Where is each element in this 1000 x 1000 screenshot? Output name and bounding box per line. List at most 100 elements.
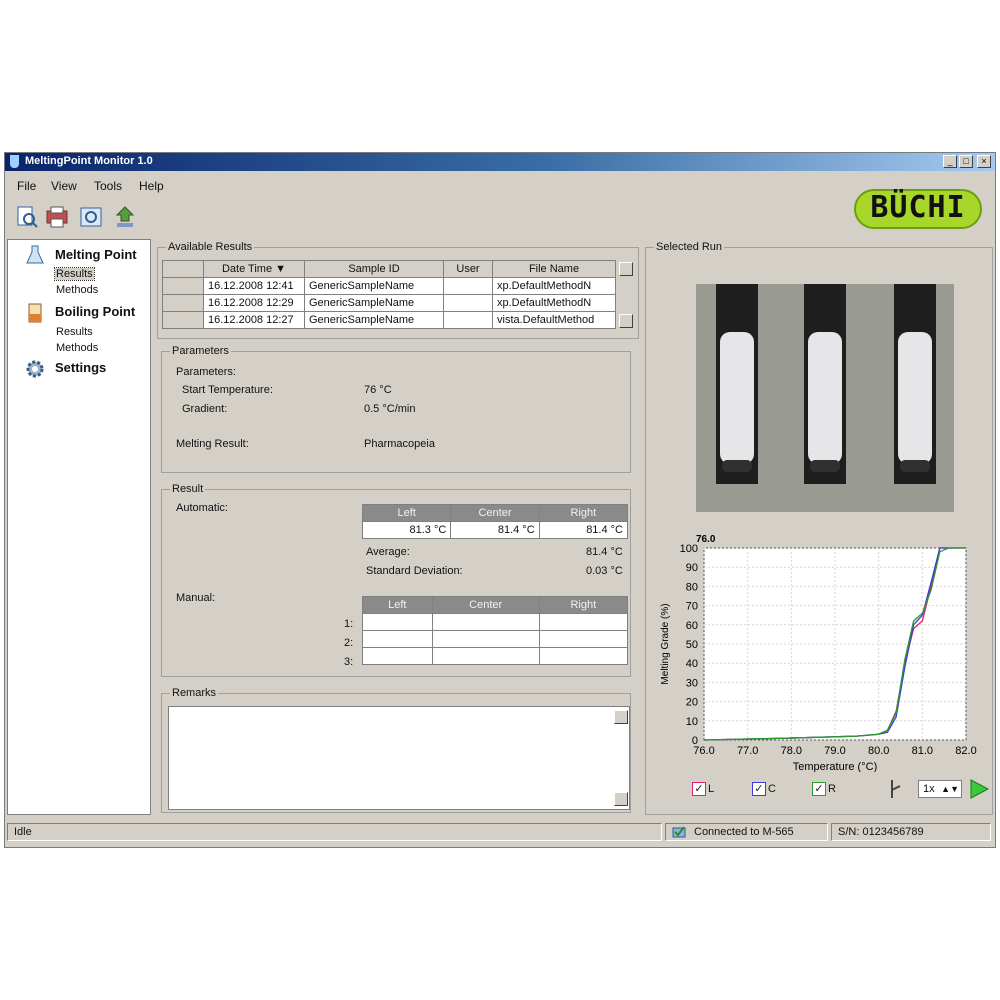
manual-cell[interactable] <box>431 630 540 648</box>
chart-title: 76.0 <box>696 534 716 545</box>
capillary-image <box>696 284 954 512</box>
menu-view[interactable]: View <box>51 179 77 193</box>
scroll-down-button[interactable] <box>619 314 633 328</box>
checkbox-C-label: C <box>768 783 776 795</box>
status-bar: Idle Connected to M-565 S/N: 0123456789 <box>5 821 995 845</box>
manual-cell[interactable] <box>538 613 629 631</box>
menu-file[interactable]: File <box>17 179 36 193</box>
manual-cell[interactable] <box>362 630 433 648</box>
x-axis-label: Temperature (°C) <box>793 761 877 772</box>
column-user[interactable]: User <box>443 260 493 278</box>
report-icon[interactable] <box>15 205 39 229</box>
y-tick-label: 10 <box>686 716 698 728</box>
auto-left-value: 81.3 °C <box>361 521 452 539</box>
remarks-group: Remarks <box>161 687 631 813</box>
navigation-panel: Melting Point Results Methods Boiling Po… <box>7 239 151 815</box>
col-right: Right <box>538 504 629 522</box>
manual-cell[interactable] <box>362 613 433 631</box>
nav-boiling-point[interactable]: Boiling Point <box>55 304 135 319</box>
remarks-scroll-down[interactable] <box>614 792 628 806</box>
export-icon[interactable] <box>113 205 137 229</box>
gear-icon <box>26 360 44 378</box>
y-tick-label: 20 <box>686 697 698 709</box>
nav-boiling-methods[interactable]: Methods <box>56 342 98 354</box>
status-connection: Connected to M-565 <box>665 823 828 841</box>
automatic-label: Automatic: <box>176 502 228 514</box>
table-row[interactable]: 16.12.2008 12:29 GenericSampleName xp.De… <box>162 294 616 312</box>
column-sample-id[interactable]: Sample ID <box>304 260 444 278</box>
window-title: MeltingPoint Monitor 1.0 <box>25 155 153 167</box>
manual-cell[interactable] <box>538 647 629 665</box>
speed-value: 1x <box>923 783 935 795</box>
scroll-up-button[interactable] <box>619 262 633 276</box>
selected-run-group: Selected Run 0 10 20 30 40 50 60 70 80 90 100 76.0 7… <box>645 241 993 815</box>
minimize-button[interactable]: _ <box>943 155 957 168</box>
result-group: Result Automatic: Left Center Right 81.3… <box>161 483 631 677</box>
speed-spinner[interactable]: 1x ▲▼ <box>918 780 962 798</box>
x-tick-label: 82.0 <box>955 745 976 757</box>
y-tick-label: 60 <box>686 620 698 632</box>
manual-row-2-label: 2: <box>344 637 354 649</box>
connection-icon <box>672 826 686 838</box>
auto-right-value: 81.4 °C <box>538 521 629 539</box>
manual-label: Manual: <box>176 592 216 604</box>
automatic-result-table: Left Center Right 81.3 °C 81.4 °C 81.4 °… <box>361 504 629 539</box>
status-serial: S/N: 0123456789 <box>831 823 991 841</box>
play-icon[interactable] <box>968 778 990 800</box>
manual-row-3-label: 3: <box>344 656 354 668</box>
parameters-group: Parameters Parameters: Start Temperature… <box>161 345 631 473</box>
start-temperature-label: Start Temperature: <box>182 384 273 396</box>
close-button[interactable]: × <box>977 155 991 168</box>
table-row[interactable]: 16.12.2008 12:41 GenericSampleName xp.De… <box>162 277 616 295</box>
buchi-logo: BÜCHI <box>854 189 982 229</box>
app-window: MeltingPoint Monitor 1.0 _ □ × File View… <box>4 152 996 848</box>
y-tick-label: 30 <box>686 677 698 689</box>
table-row[interactable]: 16.12.2008 12:27 GenericSampleName vista… <box>162 311 616 329</box>
result-title: Result <box>170 483 206 495</box>
title-bar[interactable]: MeltingPoint Monitor 1.0 _ □ × <box>5 153 995 171</box>
app-icon <box>10 155 19 168</box>
column-date-time[interactable]: Date Time ▼ <box>203 260 305 278</box>
checkbox-L[interactable]: ✓ <box>692 782 706 796</box>
nav-melting-results[interactable]: Results <box>54 267 95 281</box>
results-header-row: Date Time ▼ Sample ID User File Name <box>162 260 616 278</box>
auto-center-value: 81.4 °C <box>450 521 540 539</box>
spinner-arrows-icon[interactable]: ▲▼ <box>941 781 959 797</box>
manual-result-table: Left Center Right <box>362 596 629 665</box>
manual-cell[interactable] <box>362 647 433 665</box>
x-tick-label: 78.0 <box>781 745 802 757</box>
start-temperature-value: 76 °C <box>364 384 392 396</box>
preview-icon[interactable] <box>79 205 103 229</box>
y-axis-label: Melting Grade (%) <box>660 603 671 684</box>
checkbox-C[interactable]: ✓ <box>752 782 766 796</box>
parameters-subtitle: Parameters: <box>176 366 236 378</box>
nav-boiling-results[interactable]: Results <box>56 326 93 338</box>
manual-cell[interactable] <box>431 647 540 665</box>
remarks-scroll-up[interactable] <box>614 710 628 724</box>
remarks-textarea[interactable] <box>168 706 630 810</box>
manual-cell[interactable] <box>431 613 540 631</box>
nav-settings[interactable]: Settings <box>55 360 106 375</box>
available-results-group: Available Results Date Time ▼ Sample ID … <box>157 241 639 339</box>
column-file-name[interactable]: File Name <box>492 260 616 278</box>
average-value: 81.4 °C <box>586 546 623 558</box>
x-tick-label: 79.0 <box>824 745 845 757</box>
status-idle: Idle <box>7 823 662 841</box>
manual-cell[interactable] <box>538 630 629 648</box>
menu-tools[interactable]: Tools <box>94 179 122 193</box>
average-label: Average: <box>366 546 410 558</box>
manual-row-1-label: 1: <box>344 618 354 630</box>
checkbox-R[interactable]: ✓ <box>812 782 826 796</box>
nav-melting-methods[interactable]: Methods <box>56 284 98 296</box>
capillary-center <box>804 284 846 484</box>
menu-help[interactable]: Help <box>139 179 164 193</box>
gradient-label: Gradient: <box>182 403 228 415</box>
playback-slider-icon[interactable] <box>884 778 904 800</box>
nav-melting-point[interactable]: Melting Point <box>55 247 137 262</box>
y-tick-label: 40 <box>686 658 698 670</box>
selected-run-title: Selected Run <box>654 241 725 253</box>
x-tick-label: 76.0 <box>693 745 714 757</box>
print-icon[interactable] <box>45 205 69 229</box>
maximize-button[interactable]: □ <box>959 155 973 168</box>
boiling-icon <box>28 303 42 323</box>
